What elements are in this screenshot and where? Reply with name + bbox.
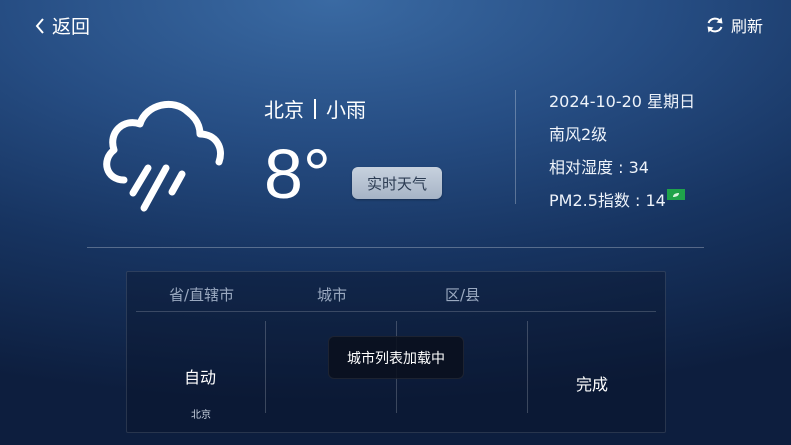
refresh-button[interactable]: 刷新 [705,13,763,37]
leaf-icon [673,192,679,197]
rain-cloud-icon [103,100,224,212]
weather-condition: 小雨 [326,98,366,122]
back-button[interactable]: 返回 [34,12,90,39]
date-weekday: 2024-10-20 星期日 [549,92,696,111]
picker-header-divider [136,311,656,312]
column-divider [265,321,266,413]
district-column-header: 区/县 [445,286,481,304]
temperature: 8° [264,135,331,213]
pm25-info: PM2.5指数 : 14 [549,191,666,210]
auto-locate-option[interactable]: 自动 [184,364,216,388]
city-column-header: 城市 [317,286,348,304]
city-name: 北京 [264,98,304,122]
province-column-header: 省/直辖市 [169,286,235,304]
chevron-left-icon [35,17,44,34]
horizontal-divider [87,247,704,248]
vertical-divider [515,90,516,204]
back-label: 返回 [52,16,91,38]
column-divider [527,321,528,413]
pm25-quality-badge [667,189,685,200]
auto-locate-city: 北京 [191,410,211,421]
loading-toast: 城市列表加载中 [328,336,464,379]
humidity-info: 相对湿度 : 34 [549,158,649,177]
refresh-icon [707,17,723,33]
location-condition: 北京 小雨 [264,94,366,123]
wind-info: 南风2级 [549,125,608,144]
realtime-weather-button[interactable]: 实时天气 [352,167,442,199]
divider [314,98,316,119]
done-button[interactable]: 完成 [576,371,608,395]
refresh-label: 刷新 [730,17,763,36]
